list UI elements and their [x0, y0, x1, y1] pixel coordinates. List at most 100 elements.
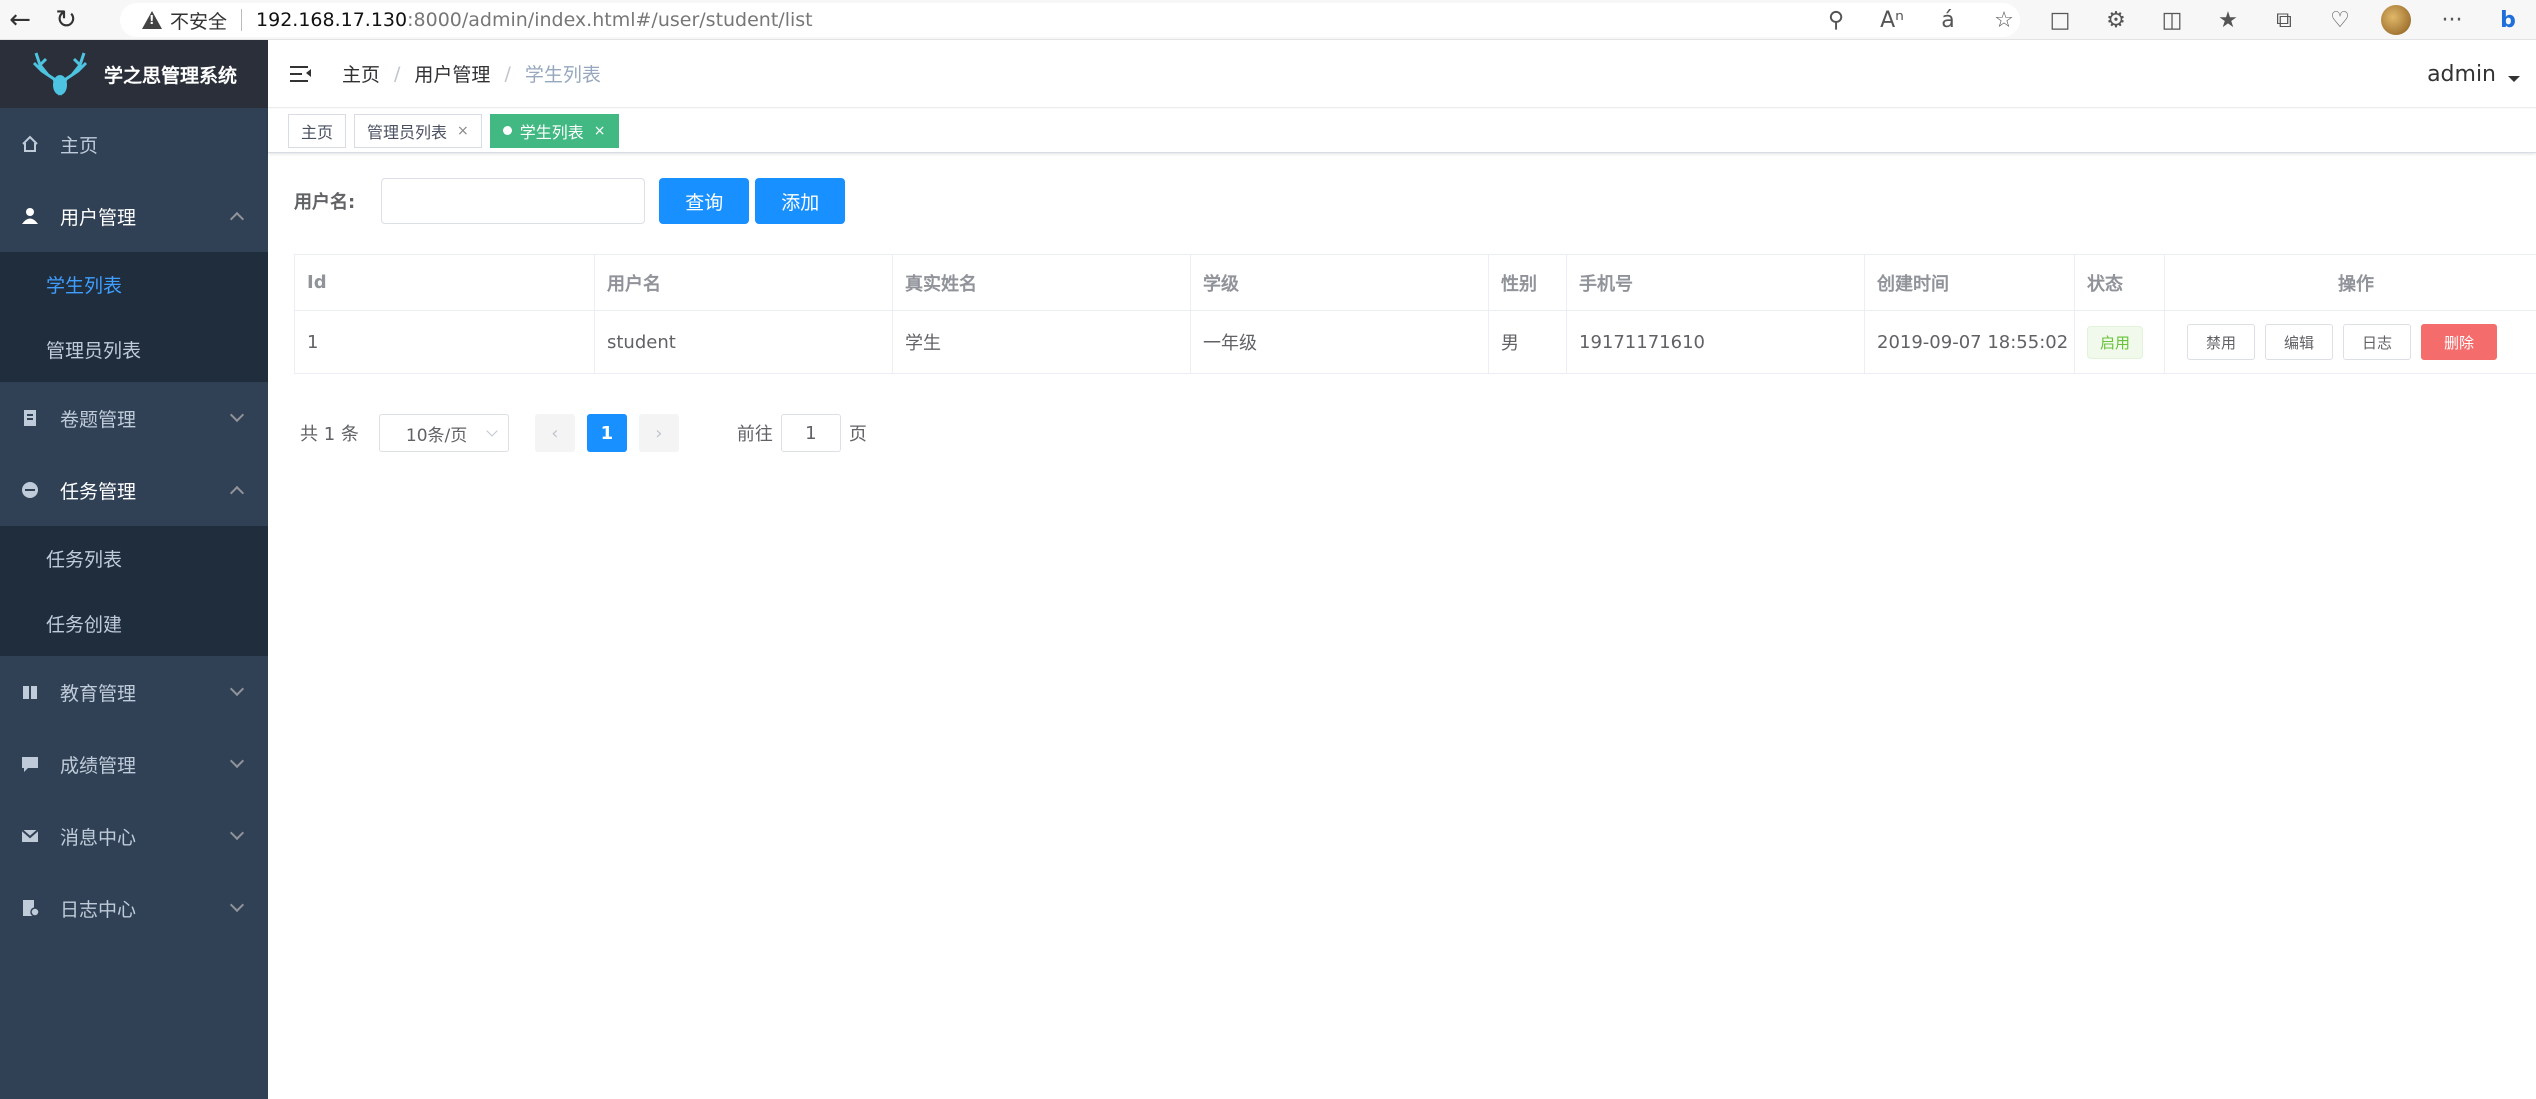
refresh-icon[interactable]: ↻	[46, 0, 86, 40]
url-host: 192.168.17.130	[256, 9, 408, 31]
close-icon[interactable]: ×	[594, 123, 606, 139]
column-header: 状态	[2074, 254, 2165, 311]
add-button[interactable]: 添加	[755, 178, 846, 224]
close-icon[interactable]: ×	[457, 123, 469, 139]
warning-icon	[142, 11, 162, 29]
mail-icon	[20, 826, 40, 846]
sidebar-item-education-management[interactable]: 教育管理	[0, 656, 268, 728]
sidebar-item-student-list[interactable]: 学生列表	[0, 252, 268, 317]
extensions-icon[interactable]: ⚙	[2088, 0, 2144, 40]
browser-tools: ⚲ Aⁿ á ☆ □ ⚙ ◫ ★ ⧉ ♡ ··· b	[1808, 0, 2536, 40]
tag-student-list[interactable]: 学生列表 ×	[489, 113, 619, 148]
username-input[interactable]	[381, 178, 646, 224]
document-icon	[20, 408, 40, 428]
sidebar-item-task-create[interactable]: 任务创建	[0, 591, 268, 656]
translate-icon[interactable]: á	[1920, 0, 1976, 40]
sidebar-item-task-management[interactable]: 任务管理	[0, 454, 268, 526]
main-content: 用户名: 查询 添加 Id 用户名 真实姓名 学级 性别 手机号 创建时间 状态…	[268, 154, 2536, 1099]
goto-label: 前往	[736, 424, 773, 445]
status-badge: 启用	[2087, 325, 2144, 359]
chevron-down-icon	[229, 825, 245, 841]
breadcrumb-separator: /	[394, 62, 401, 85]
edit-button[interactable]: 编辑	[2265, 324, 2334, 360]
browser-toolbar: ← ↻ 不安全 192.168.17.130:8000/admin/index.…	[0, 0, 2536, 40]
sidebar-item-score-management[interactable]: 成绩管理	[0, 728, 268, 800]
table-row: 1 student 学生 一年级 男 19171171610 2019-09-0…	[294, 310, 2536, 374]
task-icon	[20, 480, 40, 500]
query-button[interactable]: 查询	[659, 178, 750, 224]
profile-icon[interactable]	[2368, 0, 2424, 40]
sidebar-item-home[interactable]: 主页	[0, 108, 268, 180]
breadcrumb-home[interactable]: 主页	[342, 60, 380, 87]
tag-home[interactable]: 主页	[288, 113, 347, 148]
log-button[interactable]: 日志	[2343, 324, 2412, 360]
logo[interactable]: 学之思管理系统	[0, 40, 268, 108]
book-icon	[20, 682, 40, 702]
sidebar-item-label: 主页	[60, 134, 99, 157]
page-size-value: 10条/页	[405, 425, 468, 446]
breadcrumb-user-management[interactable]: 用户管理	[414, 60, 490, 87]
page-unit-label: 页	[848, 424, 867, 445]
split-screen-icon[interactable]: ◫	[2144, 0, 2200, 40]
cell-id: 1	[294, 310, 595, 374]
cell-username: student	[594, 310, 893, 374]
tag-admin-list[interactable]: 管理员列表 ×	[354, 113, 482, 148]
delete-button[interactable]: 删除	[2421, 324, 2498, 360]
chat-icon	[20, 754, 40, 774]
reading-view-icon[interactable]: □	[2032, 0, 2088, 40]
breadcrumb-student-list: 学生列表	[524, 64, 601, 86]
more-icon[interactable]: ···	[2424, 0, 2480, 40]
sidebar-item-exam-management[interactable]: 卷题管理	[0, 382, 268, 454]
breadcrumb: 主页 / 用户管理 / 学生列表	[342, 60, 601, 87]
chevron-up-icon	[229, 211, 245, 227]
chevron-down-icon	[229, 897, 245, 913]
chevron-down-icon	[229, 407, 245, 423]
disable-button[interactable]: 禁用	[2187, 324, 2256, 360]
tags-view: 主页 管理员列表 × 学生列表 ×	[268, 109, 2536, 153]
user-icon	[20, 206, 40, 226]
sidebar: 学之思管理系统 主页 用户管理 学生列表 管理员列表 卷题管理 任务管理 任务列…	[0, 40, 268, 1099]
key-icon[interactable]: ⚲	[1808, 0, 1864, 40]
page-size-select[interactable]: 10条/页	[378, 414, 509, 452]
bing-icon[interactable]: b	[2480, 0, 2536, 40]
deer-logo-icon	[32, 52, 88, 96]
search-form: 用户名: 查询 添加	[294, 178, 851, 224]
favorites-bar-icon[interactable]: ★	[2200, 0, 2256, 40]
pagination-total: 共 1 条	[300, 424, 359, 445]
prev-page-button[interactable]: ‹	[534, 414, 575, 452]
back-icon[interactable]: ←	[0, 0, 40, 40]
log-icon	[20, 898, 40, 918]
username: admin	[2427, 62, 2496, 87]
cell-status: 启用	[2074, 310, 2165, 374]
sidebar-item-label: 日志中心	[60, 898, 137, 921]
submenu-user-management: 学生列表 管理员列表	[0, 252, 268, 382]
goto-page: 前往 1 页	[737, 414, 867, 452]
read-aloud-icon[interactable]: Aⁿ	[1864, 0, 1920, 40]
address-bar[interactable]: 不安全 192.168.17.130:8000/admin/index.html…	[120, 3, 2020, 37]
page-number-button[interactable]: 1	[586, 414, 627, 452]
table-header-row: Id 用户名 真实姓名 学级 性别 手机号 创建时间 状态 操作	[294, 254, 2536, 311]
sidebar-item-task-list[interactable]: 任务列表	[0, 526, 268, 591]
collections-icon[interactable]: ⧉	[2256, 0, 2312, 40]
student-table: Id 用户名 真实姓名 学级 性别 手机号 创建时间 状态 操作 1 stude…	[294, 254, 2536, 374]
column-header: 学级	[1190, 254, 1489, 311]
hamburger-icon[interactable]	[290, 64, 312, 84]
next-page-button[interactable]: ›	[638, 414, 679, 452]
user-dropdown[interactable]: admin	[2427, 62, 2520, 87]
cell-phone: 19171171610	[1566, 310, 1865, 374]
sidebar-item-log-center[interactable]: 日志中心	[0, 872, 268, 944]
sidebar-item-message-center[interactable]: 消息中心	[0, 800, 268, 872]
column-header: 真实姓名	[892, 254, 1191, 311]
tag-label: 学生列表	[519, 122, 584, 142]
caret-down-icon	[2508, 75, 2520, 82]
cell-actions: 禁用 编辑 日志 删除	[2164, 310, 2536, 374]
security-warning[interactable]: 不安全	[142, 7, 227, 34]
favorite-icon[interactable]: ☆	[1976, 0, 2032, 40]
sidebar-item-admin-list[interactable]: 管理员列表	[0, 317, 268, 382]
goto-page-input[interactable]: 1	[780, 414, 841, 452]
health-icon[interactable]: ♡	[2312, 0, 2368, 40]
sidebar-item-user-management[interactable]: 用户管理	[0, 180, 268, 252]
column-header: 操作	[2164, 254, 2536, 311]
breadcrumb-separator: /	[504, 62, 511, 85]
username-label: 用户名:	[294, 192, 356, 213]
